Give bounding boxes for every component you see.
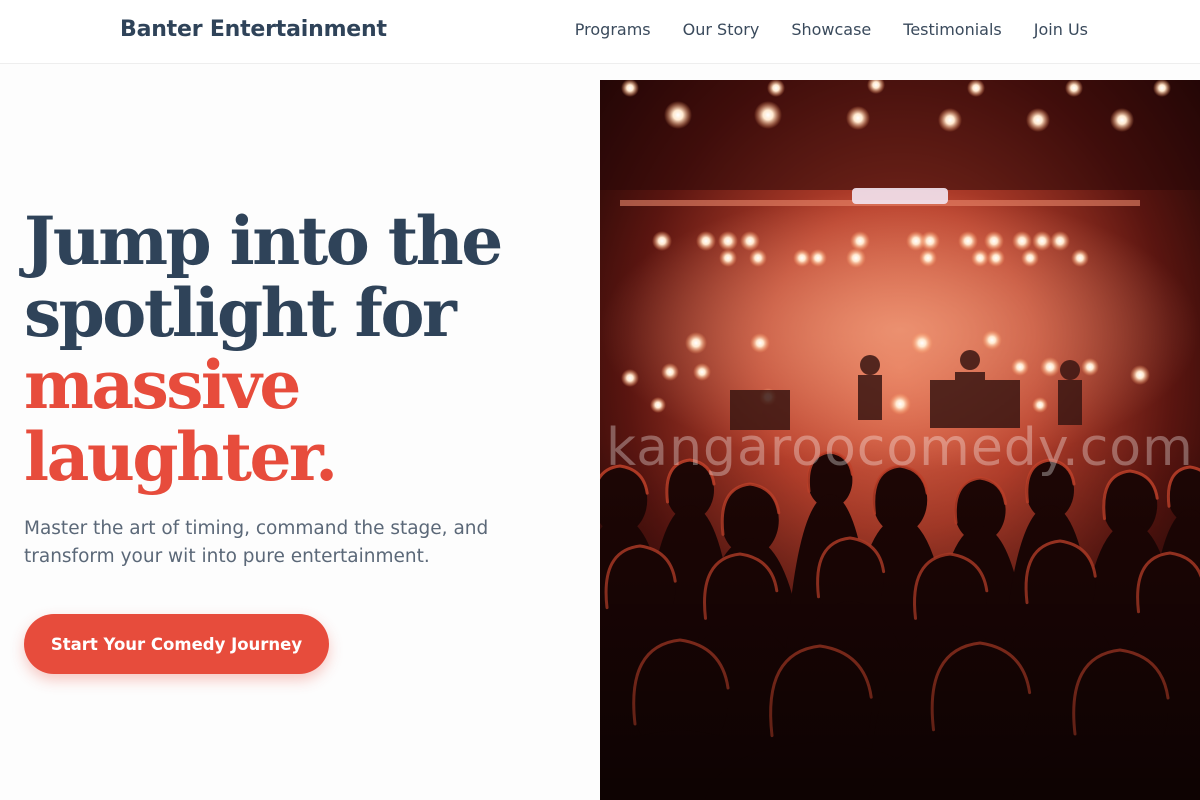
headline-accent-2: laughter. (24, 418, 338, 496)
hero-concert-image: kangaroocomedy.com (600, 80, 1200, 800)
main-nav: Programs Our Story Showcase Testimonials… (575, 20, 1088, 39)
start-comedy-journey-button[interactable]: Start Your Comedy Journey (24, 614, 329, 674)
headline-accent-1: massive (24, 346, 301, 424)
headline-line-2: spotlight for (24, 274, 457, 352)
nav-link-showcase[interactable]: Showcase (791, 20, 871, 39)
nav-link-testimonials[interactable]: Testimonials (903, 20, 1002, 39)
concert-crowd-photo (600, 80, 1200, 800)
hero-subtitle: Master the art of timing, command the st… (24, 518, 489, 567)
brand-logo-text[interactable]: Banter Entertainment (120, 17, 387, 42)
nav-link-programs[interactable]: Programs (575, 20, 651, 39)
nav-link-join-us[interactable]: Join Us (1034, 20, 1088, 39)
headline-line-1: Jump into the (24, 202, 503, 280)
top-navbar: Banter Entertainment Programs Our Story … (0, 0, 1200, 64)
nav-link-our-story[interactable]: Our Story (683, 20, 760, 39)
hero-text-section: Jump into the spotlight for massive laug… (24, 205, 584, 571)
hero-headline: Jump into the spotlight for massive laug… (24, 205, 584, 493)
